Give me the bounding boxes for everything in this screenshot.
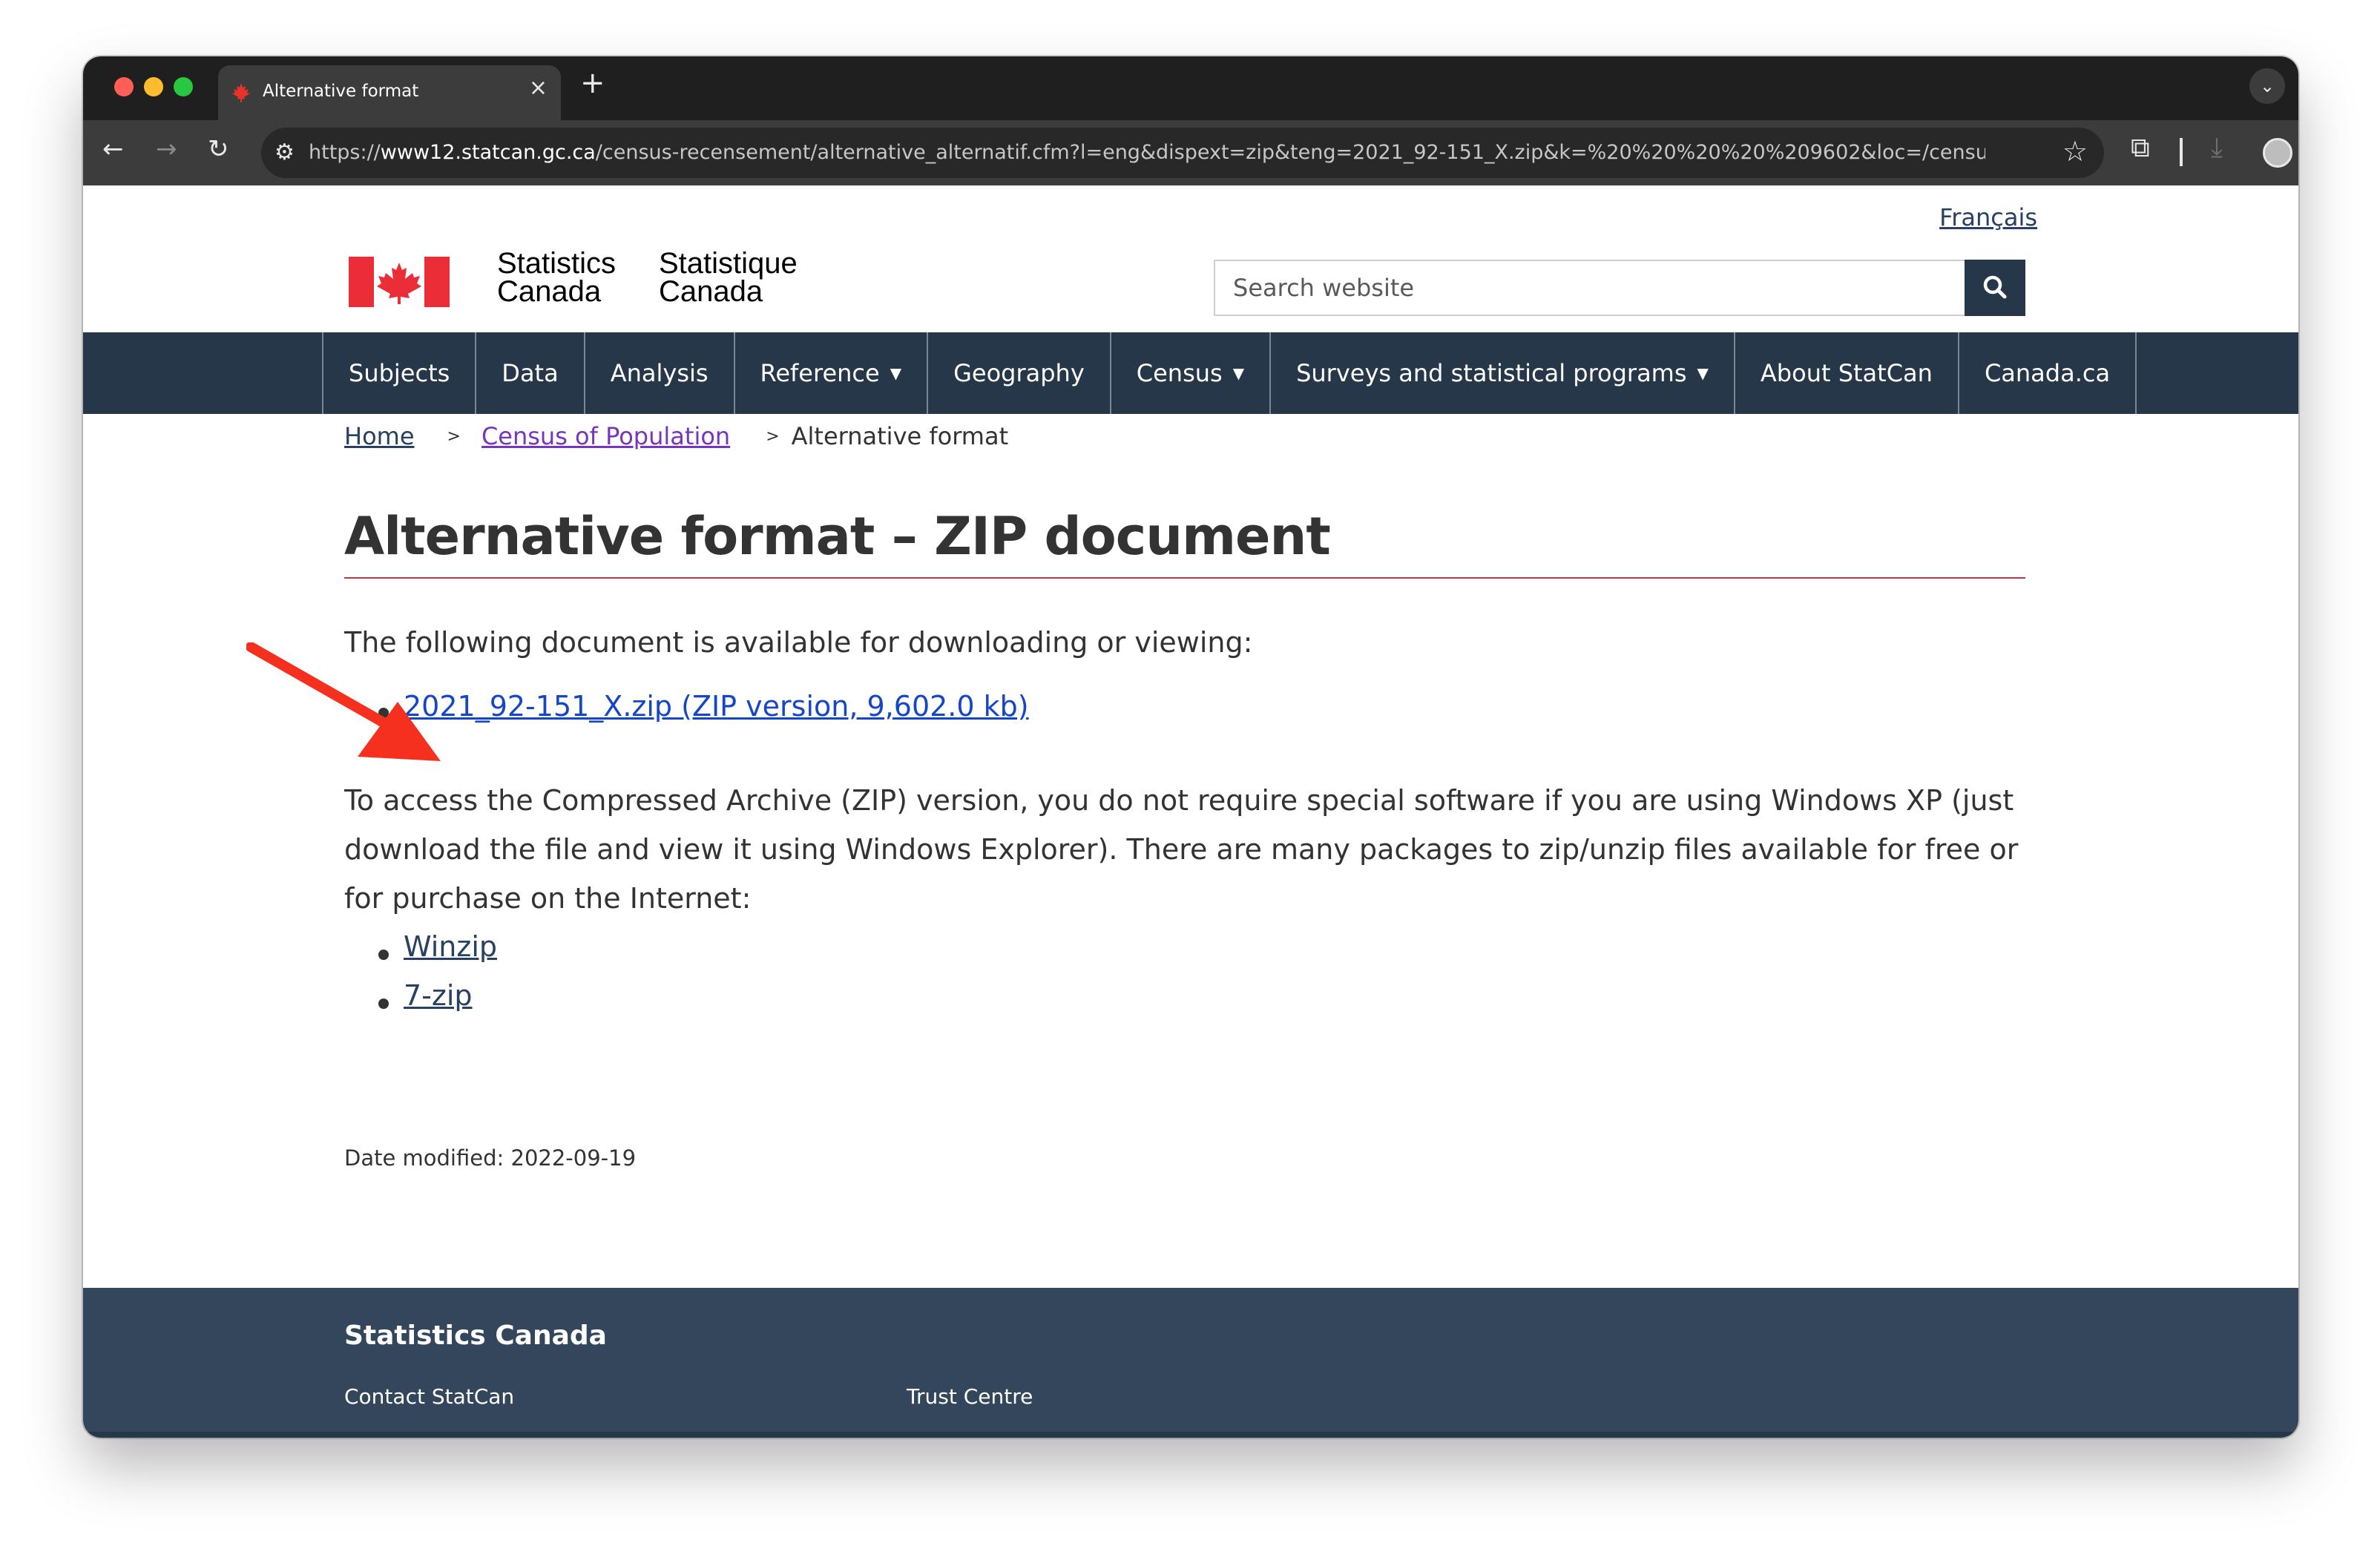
maximize-window-button[interactable] [174,77,193,96]
menu-label: Data [502,359,559,387]
web-page: Français Statistics Canada Statistique C… [83,185,2298,1438]
profile-avatar[interactable] [2263,138,2292,168]
wordmark-fr-line1: Statistique [659,247,798,280]
menu-item-reference[interactable]: Reference ▼ [733,332,927,414]
maple-leaf-icon [232,83,250,102]
menu-item-subjects[interactable]: Subjects [322,332,475,414]
site-settings-icon[interactable]: ⚙ [275,139,295,165]
address-bar[interactable]: ⚙ https://www12.statcan.gc.ca/census-rec… [261,128,2104,178]
date-modified: Date modified: 2022-09-19 [344,1145,637,1171]
wordmark-french: Statistique Canada [659,249,798,306]
language-toggle-link[interactable]: Français [1939,203,2037,231]
menu-label: Census [1136,359,1223,387]
menu-item-geography[interactable]: Geography [927,332,1110,414]
intro-text: The following document is available for … [344,626,1253,659]
menu-label: Canada.ca [1984,359,2111,387]
tab-bar: Alternative format × + ⌄ [83,56,2298,120]
url-host: www12.statcan.gc.ca [380,141,596,164]
close-window-button[interactable] [114,77,134,96]
menu-label: Surveys and statistical programs [1296,359,1687,387]
tab-active[interactable]: Alternative format × [218,65,561,120]
menu-item-about[interactable]: About StatCan [1733,332,1958,414]
url-text[interactable]: https://www12.statcan.gc.ca/census-recen… [309,141,1985,164]
search-input[interactable] [1215,261,1965,315]
canada-flag-icon [349,257,450,307]
list-bullet [378,999,389,1009]
close-icon[interactable]: × [529,77,548,99]
browser-toolbar: ← → ↻ ⚙ https://www12.statcan.gc.ca/cens… [83,120,2298,185]
site-footer: Statistics Canada Contact StatCan Trust … [83,1288,2298,1432]
wordmark-fr-line2: Canada [659,275,763,308]
chevron-down-icon[interactable]: ⌄ [2249,68,2285,104]
page-title: Alternative format – ZIP document [344,506,2025,579]
reload-icon[interactable]: ↻ [208,136,229,162]
search-button[interactable] [1965,260,2025,316]
menu-label: Reference [760,359,880,387]
menu-label: About StatCan [1760,359,1933,387]
menu-item-surveys[interactable]: Surveys and statistical programs ▼ [1269,332,1734,414]
search-field [1214,260,1965,316]
menu-label: Subjects [349,359,450,387]
footer-trust-link[interactable]: Trust Centre [907,1384,1033,1409]
wordmark-english: Statistics Canada [497,249,616,306]
menu-item-data[interactable]: Data [475,332,583,414]
wordmark-en-line1: Statistics [497,247,617,280]
minimize-window-button[interactable] [144,77,163,96]
menu-item-analysis[interactable]: Analysis [583,332,734,414]
breadcrumb-separator: > [447,427,461,446]
url-prefix: https:// [309,141,381,164]
wordmark-en-line2: Canada [497,275,602,308]
menu-label: Analysis [610,359,709,387]
menu-item-census[interactable]: Census ▼ [1109,332,1269,414]
chevron-down-icon: ▼ [890,364,902,382]
breadcrumb-current: Alternative format [791,422,1009,450]
url-path: /census-recensement/alternative_alternat… [595,141,1985,164]
footer-title: Statistics Canada [344,1320,607,1351]
chevron-down-icon: ▼ [1697,364,1709,382]
7zip-link[interactable]: 7-zip [404,979,473,1012]
search-icon [1983,275,2007,298]
plus-icon[interactable]: + [580,68,605,98]
main-menu: Subjects Data Analysis Reference ▼ Geogra… [83,332,2298,414]
footer-contact-link[interactable]: Contact StatCan [344,1384,514,1409]
breadcrumb-home-link[interactable]: Home [344,422,415,450]
toolbar-divider [2180,138,2183,166]
tab-title: Alternative format [263,82,419,101]
chevron-down-icon: ▼ [1232,364,1245,382]
winzip-link[interactable]: Winzip [404,930,497,963]
breadcrumb-separator: > [766,427,780,446]
bookmark-star-icon[interactable]: ☆ [2062,135,2088,168]
browser-window: Alternative format × + ⌄ ← → ↻ ⚙ https:/… [83,56,2298,1438]
zip-download-link[interactable]: 2021_92-151_X.zip (ZIP version, 9,602.0 … [404,690,1029,723]
breadcrumb-census-link[interactable]: Census of Population [481,422,730,450]
extensions-icon[interactable]: ⧉ [2131,135,2150,162]
footer-bottom-bar [83,1432,2298,1438]
download-icon[interactable]: ⤓ [2211,135,2223,162]
menu-item-canada-ca[interactable]: Canada.ca [1957,332,2137,414]
breadcrumb: Home > Census of Population > Alternativ… [344,421,1008,451]
zip-instructions: To access the Compressed Archive (ZIP) v… [344,784,2019,915]
list-bullet [378,950,389,960]
back-arrow-icon[interactable]: ← [102,136,124,162]
list-bullet [378,708,389,718]
forward-arrow-icon[interactable]: → [156,136,177,162]
menu-label: Geography [953,359,1085,387]
